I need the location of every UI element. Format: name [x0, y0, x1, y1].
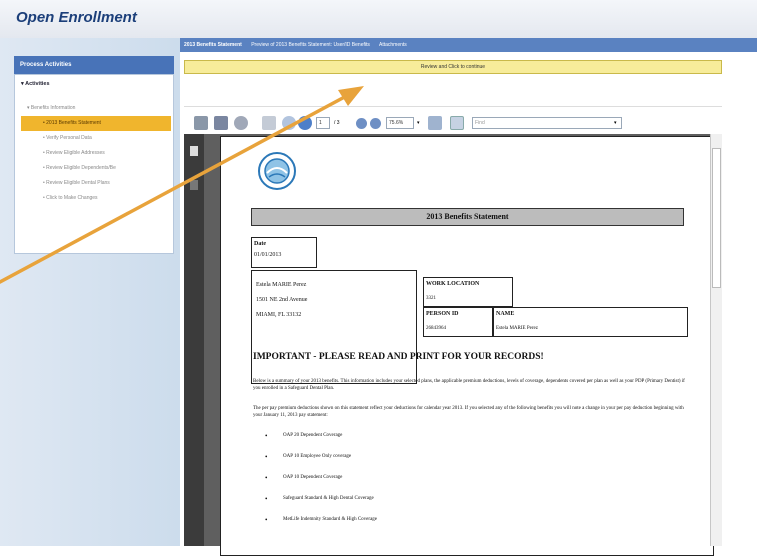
address-line1: 1501 NE 2nd Avenue — [256, 297, 308, 303]
list-item: MetLife Indemnity Standard & High Covera… — [265, 516, 377, 538]
find-input[interactable]: Find — [472, 117, 622, 129]
app-title: Open Enrollment — [16, 9, 137, 26]
content-tab-bar: 2013 Benefits Statement Preview of 2013 … — [180, 38, 757, 52]
work-location-box: WORK LOCATION 3321 — [423, 277, 513, 307]
activities-section-title[interactable]: ▾ Activities — [15, 75, 173, 87]
tree-item-benefits-statement[interactable]: • 2013 Benefits Statement — [21, 116, 171, 131]
share-icon[interactable] — [234, 116, 248, 130]
date-label: Date — [254, 241, 266, 247]
previous-page-icon[interactable] — [282, 116, 296, 130]
zoom-select[interactable]: 75.6% — [386, 117, 414, 129]
zoom-dropdown-icon[interactable]: ▾ — [417, 119, 420, 127]
tab-benefits-statement[interactable]: 2013 Benefits Statement — [184, 42, 242, 48]
tree-item-review-dental-plans[interactable]: • Review Eligible Dental Plans — [21, 176, 171, 191]
pages-panel-icon[interactable] — [190, 146, 198, 156]
fit-page-icon[interactable] — [428, 116, 442, 130]
activities-panel: ▾ Activities ▾ Benefits Information • 20… — [14, 74, 174, 254]
attachments-panel-icon[interactable] — [190, 180, 198, 190]
list-item: OAP 20 Dependent Coverage — [265, 432, 377, 454]
date-box: Date 01/01/2013 — [251, 237, 317, 268]
date-value: 01/01/2013 — [254, 252, 282, 258]
address-line2: MIAMI, FL 33132 — [256, 312, 302, 318]
deductions-paragraph: The per pay premium deductions shown on … — [253, 406, 684, 418]
next-page-icon[interactable] — [298, 116, 312, 130]
name-box: NAME Estela MARIE Perez — [493, 307, 688, 337]
company-logo — [258, 152, 296, 190]
important-heading: IMPORTANT - PLEASE READ AND PRINT FOR YO… — [253, 352, 544, 362]
pdf-viewer: 2013 Benefits Statement Date 01/01/2013 … — [184, 134, 722, 556]
print-icon[interactable] — [194, 116, 208, 130]
address-box: Estela MARIE Perez 1501 NE 2nd Avenue MI… — [251, 270, 417, 384]
page-number-input[interactable]: 1 — [316, 117, 330, 129]
list-item: OAP 10 Employee Only coverage — [265, 453, 377, 475]
activities-tree: ▾ Benefits Information • 2013 Benefits S… — [21, 101, 171, 206]
list-item: Safeguard Standard & High Dental Coverag… — [265, 495, 377, 517]
tree-item-make-changes[interactable]: • Click to Make Changes — [21, 191, 171, 206]
viewer-side-panel — [184, 134, 204, 546]
person-id-value: 26843964 — [426, 326, 446, 331]
pdf-toolbar: 1 / 3 75.6% ▾ Find ▾ — [184, 112, 722, 134]
viewer-scrollbar[interactable] — [710, 134, 722, 546]
zoom-out-icon[interactable] — [356, 118, 367, 129]
zoom-in-icon[interactable] — [370, 118, 381, 129]
tree-item-review-addresses[interactable]: • Review Eligible Addresses — [21, 146, 171, 161]
find-dropdown-icon[interactable]: ▾ — [614, 119, 617, 127]
fit-width-icon[interactable] — [450, 116, 464, 130]
hand-tool-icon[interactable] — [262, 116, 276, 130]
sidebar: Process Activities ▾ Activities ▾ Benefi… — [0, 38, 180, 546]
save-icon[interactable] — [214, 116, 228, 130]
person-id-label: PERSON ID — [426, 311, 459, 317]
work-location-value: 3321 — [426, 296, 436, 301]
summary-paragraph: Below is a summary of your 2013 benefits… — [253, 379, 685, 391]
review-continue-button[interactable]: Review and Click to continue — [184, 60, 722, 74]
statement-title: 2013 Benefits Statement — [251, 208, 684, 226]
tree-item-benefits-information[interactable]: ▾ Benefits Information — [21, 101, 171, 116]
tree-item-review-dependents[interactable]: • Review Eligible Dependents/Be — [21, 161, 171, 176]
list-item: OAP 10 Dependent Coverage — [265, 474, 377, 496]
person-id-box: PERSON ID 26843964 — [423, 307, 493, 337]
name-value: Estela MARIE Perez — [496, 326, 538, 331]
tree-item-verify-personal-data[interactable]: • Verify Personal Data — [21, 131, 171, 146]
process-activities-header[interactable]: Process Activities — [14, 56, 174, 74]
scrollbar-thumb[interactable] — [712, 148, 721, 288]
divider — [184, 106, 722, 107]
work-location-label: WORK LOCATION — [426, 281, 480, 287]
name-label: NAME — [496, 311, 515, 317]
attachments-link[interactable]: Attachments — [379, 42, 407, 48]
app-header: Open Enrollment — [0, 0, 757, 39]
address-name: Estela MARIE Perez — [256, 282, 307, 288]
benefit-list: OAP 20 Dependent Coverage OAP 10 Employe… — [265, 432, 377, 538]
page-total-label: / 3 — [334, 120, 340, 126]
tab-preview-statement[interactable]: Preview of 2013 Benefits Statement: User… — [251, 42, 370, 48]
pdf-page: 2013 Benefits Statement Date 01/01/2013 … — [220, 136, 714, 556]
